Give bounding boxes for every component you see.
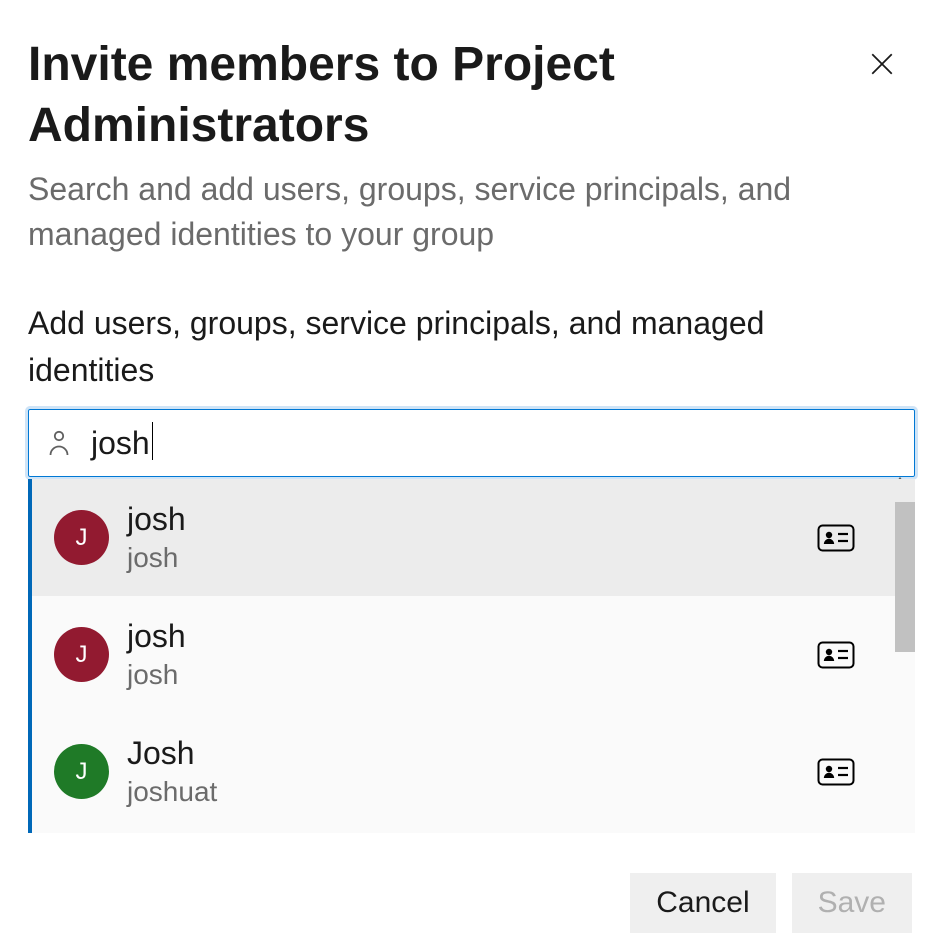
contact-card-icon — [817, 524, 855, 552]
result-sub-name: josh — [127, 540, 817, 575]
dialog-footer: Cancel Save — [630, 873, 912, 933]
view-details-button[interactable] — [817, 758, 855, 786]
result-display-name: josh — [127, 500, 817, 538]
search-input-value: josh — [91, 425, 150, 462]
search-input[interactable]: josh — [28, 409, 915, 477]
result-names: Josh joshuat — [127, 734, 817, 809]
contact-card-icon — [817, 758, 855, 786]
scroll-thumb[interactable] — [895, 502, 915, 652]
cancel-button[interactable]: Cancel — [630, 873, 775, 933]
result-names: josh josh — [127, 617, 817, 692]
invite-members-panel: Invite members to Project Administrators… — [0, 0, 940, 949]
dialog-subtitle: Search and add users, groups, service pr… — [28, 167, 848, 257]
search-result-item[interactable]: J josh josh — [32, 479, 915, 596]
contact-card-icon — [817, 641, 855, 669]
close-button[interactable] — [858, 40, 906, 88]
text-cursor — [152, 422, 153, 460]
dialog-title: Invite members to Project Administrators — [28, 34, 808, 157]
search-field-label: Add users, groups, service principals, a… — [28, 300, 848, 393]
avatar: J — [54, 744, 109, 799]
avatar: J — [54, 627, 109, 682]
search-results-dropdown: J josh josh J josh josh J Josh joshuat — [28, 479, 915, 833]
person-icon — [47, 429, 71, 457]
result-names: josh josh — [127, 500, 817, 575]
save-button: Save — [792, 873, 912, 933]
result-display-name: Josh — [127, 734, 817, 772]
avatar: J — [54, 510, 109, 565]
search-result-item[interactable]: J Josh joshuat — [32, 713, 915, 830]
view-details-button[interactable] — [817, 524, 855, 552]
result-display-name: josh — [127, 617, 817, 655]
panel-header: Invite members to Project Administrators — [28, 34, 912, 157]
view-details-button[interactable] — [817, 641, 855, 669]
result-sub-name: joshuat — [127, 774, 817, 809]
result-sub-name: josh — [127, 657, 817, 692]
close-icon — [869, 51, 895, 77]
search-result-item[interactable]: J josh josh — [32, 596, 915, 713]
